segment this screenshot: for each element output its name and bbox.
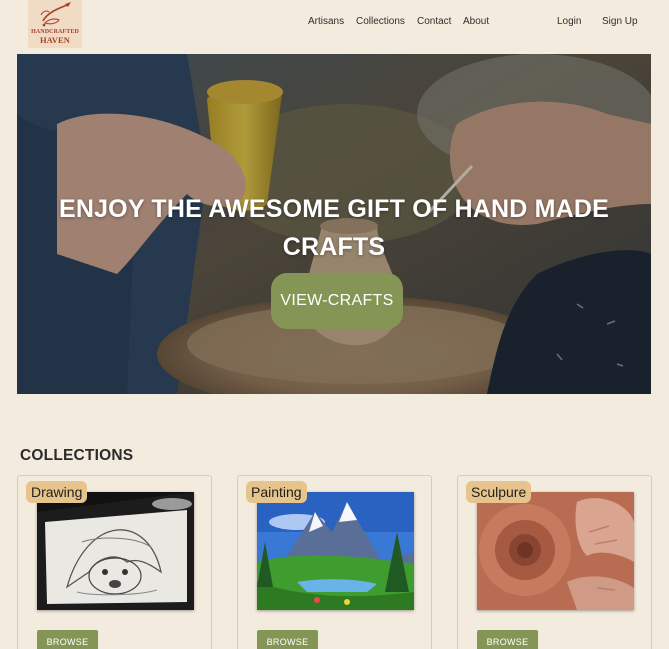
hero-title-line1: ENJOY THE AWESOME GIFT OF HAND MADE — [58, 195, 610, 223]
browse-button[interactable]: BROWSE — [477, 630, 538, 649]
pottery-wheel-clay-image[interactable] — [477, 492, 634, 610]
card-tag: Sculpure — [466, 481, 532, 503]
mountain-landscape-painting-image[interactable] — [257, 492, 414, 610]
paintbrush-hand-icon — [40, 2, 71, 27]
hero-title-line2: CRAFTS — [282, 233, 386, 261]
pencil-sketch-puppy-image[interactable] — [37, 492, 194, 610]
browse-button[interactable]: BROWSE — [37, 630, 98, 649]
card-tag: Painting — [246, 481, 307, 503]
brand-logo[interactable]: HANDCRAFTED HAVEN — [28, 0, 82, 48]
page: HANDCRAFTED HAVEN Artisans Collections C… — [0, 0, 669, 649]
nav-link-collections[interactable]: Collections — [356, 16, 405, 27]
signup-link[interactable]: Sign Up — [602, 16, 638, 27]
collection-card-drawing: Drawing BROWSE — [17, 475, 212, 649]
nav-link-artisans[interactable]: Artisans — [308, 16, 344, 27]
collections-heading: COLLECTIONS — [20, 447, 134, 464]
card-tag: Drawing — [26, 481, 88, 503]
nav-link-about[interactable]: About — [463, 16, 489, 27]
view-crafts-button[interactable]: VIEW-CRAFTS — [271, 273, 403, 329]
nav-link-contact[interactable]: Contact — [417, 16, 451, 27]
collection-card-painting: Painting BROWSE — [237, 475, 432, 649]
browse-button[interactable]: BROWSE — [257, 630, 318, 649]
hero-title: ENJOY THE AWESOME GIFT OF HAND MADE CRAF… — [17, 190, 651, 266]
hero-banner: ENJOY THE AWESOME GIFT OF HAND MADE CRAF… — [17, 54, 651, 394]
collection-card-sculpture: Sculpure BROWSE — [457, 475, 652, 649]
login-link[interactable]: Login — [557, 16, 581, 27]
logo-text-haven: HAVEN — [39, 35, 71, 45]
